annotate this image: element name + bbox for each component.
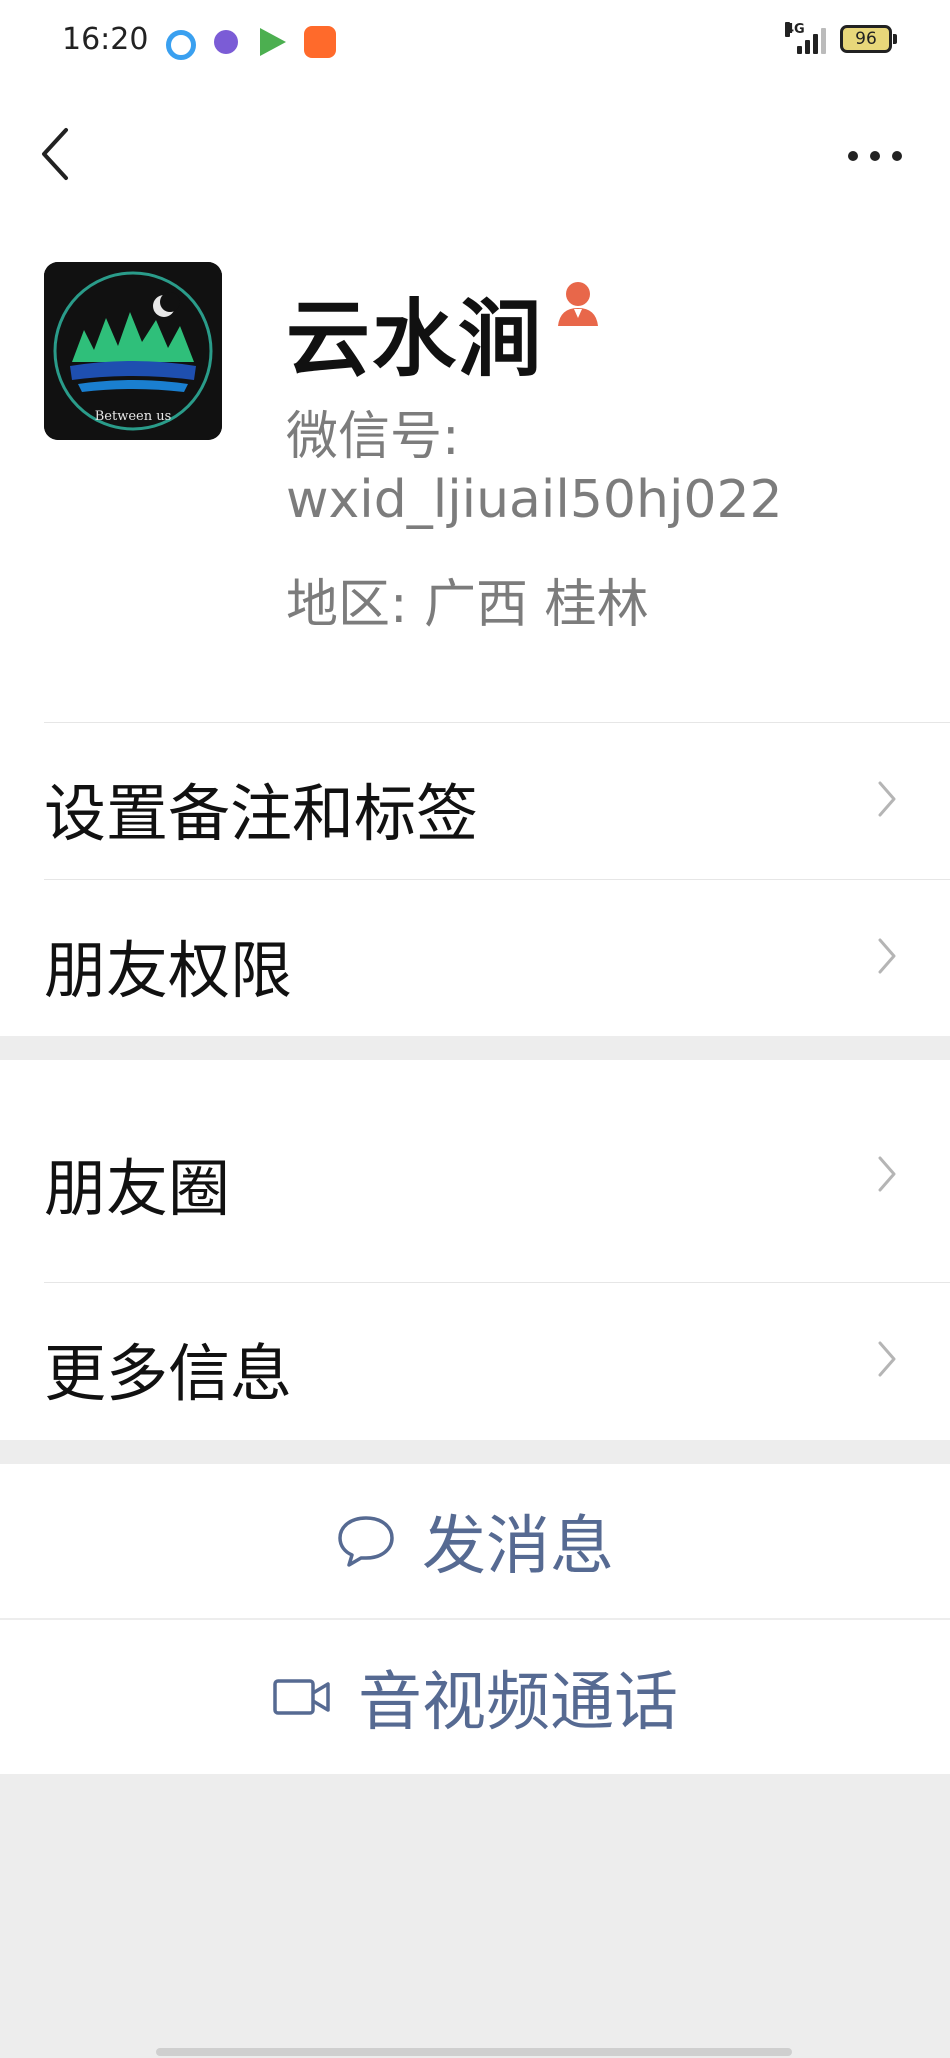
network-type: 4G [785,22,805,37]
more-options-icon[interactable] [848,144,902,168]
wechat-id-label: 微信号: [286,407,460,467]
status-time: 16:20 [62,22,149,57]
chat-bubble-app-icon [214,30,238,54]
menu-group-info: 朋友圈 更多信息 [0,1060,950,1440]
menu-item-label: 朋友圈 [44,1152,231,1225]
menu-item-friend-permissions[interactable]: 朋友权限 [44,879,950,1036]
profile-header: Between us 云水涧 微信号: wxid_ljiuail50hj022 … [0,214,950,722]
status-indicators: 4G 96 [785,22,897,54]
video-camera-icon [273,1679,330,1715]
video-call-label: 音视频通话 [358,1666,678,1740]
back-arrow-icon[interactable] [36,124,80,184]
menu-item-moments[interactable]: 朋友圈 [44,1060,950,1282]
video-call-button[interactable]: 音视频通话 [0,1620,950,1774]
contact-badge-icon [558,282,598,326]
menu-item-label: 朋友权限 [44,934,293,1007]
wechat-id-value: wxid_ljiuail50hj022 [286,470,783,530]
browser-icon [166,30,196,60]
menu-item-more-info[interactable]: 更多信息 [44,1282,950,1439]
menu-item-label: 设置备注和标签 [44,777,479,850]
home-indicator[interactable] [156,2048,792,2056]
chevron-right-icon [878,781,896,817]
chevron-right-icon [878,938,896,974]
menu-group-settings: 设置备注和标签 朋友权限 [0,722,950,1036]
chevron-right-icon [878,1156,896,1192]
menu-item-label: 更多信息 [44,1337,293,1410]
battery-icon: 96 [840,25,897,53]
status-bar: 16:20 4G 96 [0,0,950,84]
send-message-label: 发消息 [422,1510,614,1584]
avatar[interactable]: Between us [44,262,222,440]
kuaishou-app-icon [304,26,336,58]
nav-bar [0,84,950,214]
chevron-right-icon [878,1341,896,1377]
avatar-text: Between us [95,409,172,424]
send-message-button[interactable]: 发消息 [0,1464,950,1618]
profile-name: 云水涧 [286,290,545,388]
video-play-app-icon [260,28,286,56]
chat-bubble-icon [338,1516,394,1567]
avatar-logo-icon: Between us [44,262,222,440]
battery-level: 96 [855,29,877,49]
region-text: 地区: 广西 桂林 [286,575,649,635]
signal-icon: 4G [785,22,826,54]
menu-item-set-remark-tags[interactable]: 设置备注和标签 [44,722,950,879]
